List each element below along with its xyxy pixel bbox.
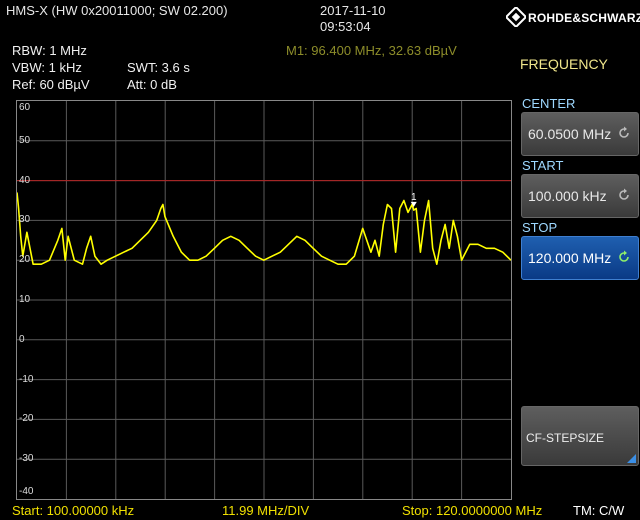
start-label: START xyxy=(522,158,564,173)
y-tick-label: 10 xyxy=(19,294,31,305)
rotary-knob-icon xyxy=(619,250,629,262)
y-tick-label: -20 xyxy=(19,413,34,425)
date-text: 2017-11-10 xyxy=(320,3,386,18)
rbw-setting: RBW: 1 MHz xyxy=(12,43,87,58)
start-softkey[interactable]: 100.000 kHz xyxy=(521,174,639,218)
center-label: CENTER xyxy=(522,96,576,111)
y-tick-label: -30 xyxy=(19,453,34,465)
cf-stepsize-label: CF-STEPSIZE xyxy=(526,431,605,445)
stop-label: STOP xyxy=(522,220,558,235)
vbw-setting: VBW: 1 kHz xyxy=(12,60,82,75)
stop-value: 120.000 MHz xyxy=(528,250,612,266)
stop-frequency: Stop: 120.0000000 MHz xyxy=(402,503,543,518)
spectrum-plot[interactable]: 1 60 50 40 30 20 10 0 -10 -20 -30 -40 xyxy=(16,100,512,500)
swt-setting: SWT: 3.6 s xyxy=(127,60,190,75)
rs-logo-icon xyxy=(506,7,526,27)
cf-stepsize-softkey[interactable]: CF-STEPSIZE xyxy=(521,406,639,466)
center-value: 60.0500 MHz xyxy=(528,126,612,142)
marker-readout: M1: 96.400 MHz, 32.63 dBµV xyxy=(286,43,457,58)
y-tick-label: 60 xyxy=(19,102,31,113)
trace-mode: TM: C/W xyxy=(573,503,625,518)
y-tick-label: 40 xyxy=(19,174,31,186)
rotary-knob-icon xyxy=(619,188,629,200)
menu-title: FREQUENCY xyxy=(520,56,608,72)
y-tick-label: -40 xyxy=(19,486,34,497)
y-tick-label: 50 xyxy=(19,134,31,146)
y-tick-label: 0 xyxy=(19,333,25,345)
center-softkey[interactable]: 60.0500 MHz xyxy=(521,112,639,156)
start-value: 100.000 kHz xyxy=(528,188,607,204)
time-text: 09:53:04 xyxy=(320,19,371,34)
stop-softkey[interactable]: 120.000 MHz xyxy=(521,236,639,280)
ref-level: Ref: 60 dBµV xyxy=(12,77,90,92)
y-tick-label: 30 xyxy=(19,214,31,226)
span-per-div: 11.99 MHz/DIV xyxy=(222,503,310,518)
rotary-knob-icon xyxy=(619,126,629,138)
attenuation: Att: 0 dB xyxy=(127,77,177,92)
brand-name: ROHDE&SCHWARZ xyxy=(528,11,640,25)
marker-label: 1 xyxy=(411,192,417,203)
y-tick-label: 20 xyxy=(19,254,31,266)
brand-logo: ROHDE&SCHWARZ xyxy=(500,2,640,34)
y-tick-label: -10 xyxy=(19,373,34,385)
start-frequency: Start: 100.00000 kHz xyxy=(12,503,135,518)
device-info: HMS-X (HW 0x20011000; SW 02.200) xyxy=(6,3,228,18)
spectrum-svg: 1 xyxy=(17,101,511,499)
submenu-corner-icon xyxy=(627,454,636,463)
